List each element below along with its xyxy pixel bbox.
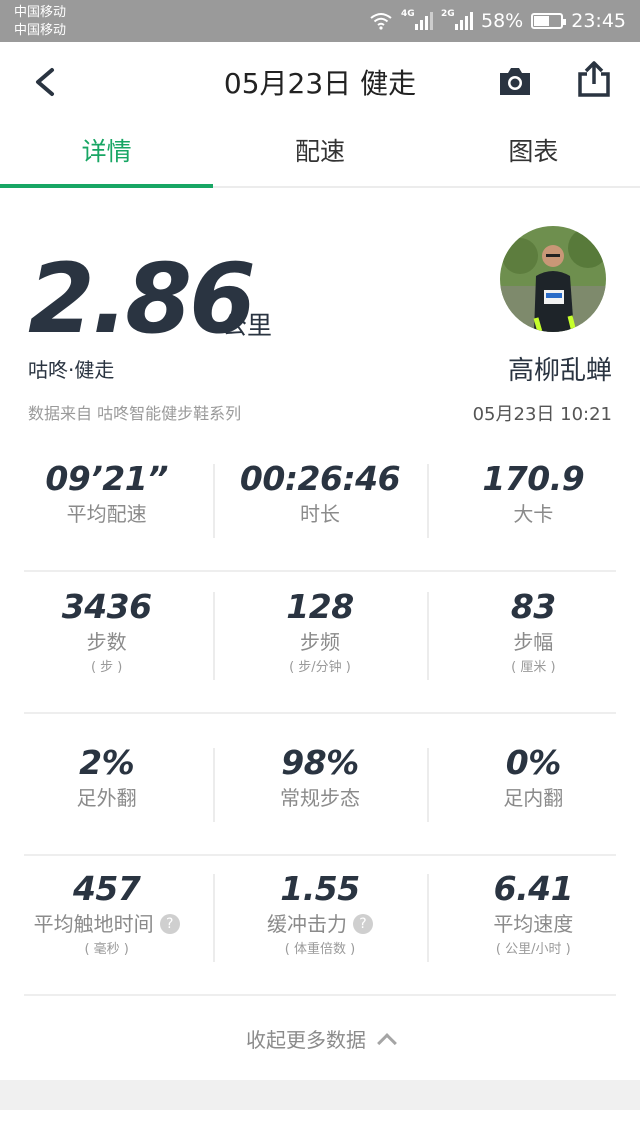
stat-impact-force: 1.55 缓冲击力 ? ( 体重倍数 ): [213, 868, 426, 968]
username: 高柳乱蝉: [507, 356, 612, 386]
section-separator: [0, 1080, 640, 1110]
stat-unit: ( 体重倍数 ): [284, 942, 356, 957]
stat-unit: ( 步 ): [90, 660, 123, 675]
share-icon[interactable]: [576, 60, 612, 98]
stats-row-3: 2% 足外翻 98% 常规步态 0% 足内翻: [0, 742, 640, 828]
stat-value: 170.9: [482, 459, 585, 498]
stat-unit: ( 步/分钟 ): [289, 660, 351, 675]
page-title: 05月23日 健走: [223, 67, 417, 100]
stat-unit: ( 厘米 ): [511, 660, 556, 675]
collapse-label: 收起更多数据: [246, 1028, 366, 1052]
status-bar: 中国移动 中国移动 4G 2G 58% 23:45: [0, 0, 640, 42]
clock: 23:45: [571, 10, 626, 32]
stat-label: 大卡: [513, 502, 554, 526]
stat-value: 98%: [281, 743, 359, 782]
wifi-icon: [370, 13, 392, 30]
stat-label: 足外翻: [76, 786, 137, 810]
help-icon[interactable]: ?: [352, 914, 373, 934]
stat-label: 步幅: [513, 630, 554, 654]
chevron-up-icon: [377, 1033, 397, 1053]
tab-details[interactable]: 详情: [0, 120, 214, 188]
stat-label: 平均触地时间: [33, 912, 154, 936]
stat-label: 足内翻: [503, 786, 564, 810]
app-header: 05月23日 健走: [0, 42, 640, 120]
stats-row-2: 3436 步数 ( 步 ) 128 步频 ( 步/分钟 ) 83 步幅 ( 厘米…: [0, 586, 640, 686]
activity-datetime: 05月23日 10:21: [472, 404, 612, 425]
stat-value: 0%: [505, 743, 562, 782]
avatar[interactable]: [500, 226, 606, 332]
tab-pace[interactable]: 配速: [213, 120, 426, 186]
divider: [24, 854, 616, 856]
help-icon[interactable]: ?: [159, 914, 180, 934]
stat-value: 1.55: [280, 869, 360, 908]
stat-pronation: 0% 足内翻: [426, 742, 640, 828]
stat-label: 常规步态: [279, 786, 360, 810]
battery-icon: [531, 13, 567, 29]
divider: [24, 570, 616, 572]
tab-charts[interactable]: 图表: [427, 120, 640, 186]
tab-bar: 详情 配速 图表: [0, 120, 640, 188]
stat-unit: ( 公里/小时 ): [495, 942, 571, 957]
battery-percent: 58%: [481, 10, 524, 32]
stat-label: 平均速度: [493, 912, 574, 936]
stat-label: 缓冲击力: [266, 912, 347, 936]
stat-duration: 00:26:46 时长: [213, 458, 426, 544]
distance-value: 2.86: [28, 243, 256, 355]
stat-value: 83: [510, 587, 556, 626]
stat-label-wrap: 平均触地时间 ?: [34, 910, 180, 938]
stat-avg-pace: 09’21” 平均配速: [0, 458, 213, 544]
collapse-more-data-button[interactable]: 收起更多数据: [0, 1024, 640, 1053]
stat-label: 时长: [299, 502, 340, 526]
stat-value: 3436: [61, 587, 152, 626]
avatar-photo: [500, 226, 606, 332]
signal-1-icon: 4G: [401, 9, 433, 30]
signal-2-icon: 2G: [441, 9, 473, 30]
stat-calories: 170.9 大卡: [426, 458, 640, 544]
stat-value: 6.41: [493, 869, 574, 908]
data-source: 数据来自 咕咚智能健步鞋系列: [28, 404, 242, 423]
stat-unit: ( 毫秒 ): [84, 942, 129, 957]
activity-type: 咕咚·健走: [28, 358, 115, 382]
stats-row-1: 09’21” 平均配速 00:26:46 时长 170.9 大卡: [0, 458, 640, 544]
stat-value: 2%: [79, 743, 135, 782]
divider: [24, 712, 616, 714]
stat-cadence: 128 步频 ( 步/分钟 ): [213, 586, 426, 686]
camera-icon[interactable]: [497, 64, 533, 98]
stat-value: 00:26:46: [239, 459, 401, 498]
divider: [24, 994, 616, 996]
stat-normal-gait: 98% 常规步态: [213, 742, 426, 828]
stat-value: 128: [286, 587, 354, 626]
stat-ground-contact: 457 平均触地时间 ? ( 毫秒 ): [0, 868, 213, 968]
stats-row-4: 457 平均触地时间 ? ( 毫秒 ) 1.55 缓冲击力 ? ( 体重倍数 )…: [0, 868, 640, 968]
stat-label: 平均配速: [66, 502, 147, 526]
carrier-1: 中国移动: [14, 5, 67, 20]
distance-unit: 公里: [222, 311, 273, 340]
stat-supination: 2% 足外翻: [0, 742, 213, 828]
stat-label: 步频: [299, 630, 340, 654]
stat-label: 步数: [86, 630, 127, 654]
stat-value: 457: [72, 869, 141, 908]
stat-stride: 83 步幅 ( 厘米 ): [426, 586, 640, 686]
stat-steps: 3436 步数 ( 步 ): [0, 586, 213, 686]
carrier-2: 中国移动: [14, 23, 67, 38]
stat-label-wrap: 缓冲击力 ?: [267, 910, 373, 938]
stat-value: 09’21”: [45, 459, 168, 498]
stat-avg-speed: 6.41 平均速度 ( 公里/小时 ): [426, 868, 640, 968]
